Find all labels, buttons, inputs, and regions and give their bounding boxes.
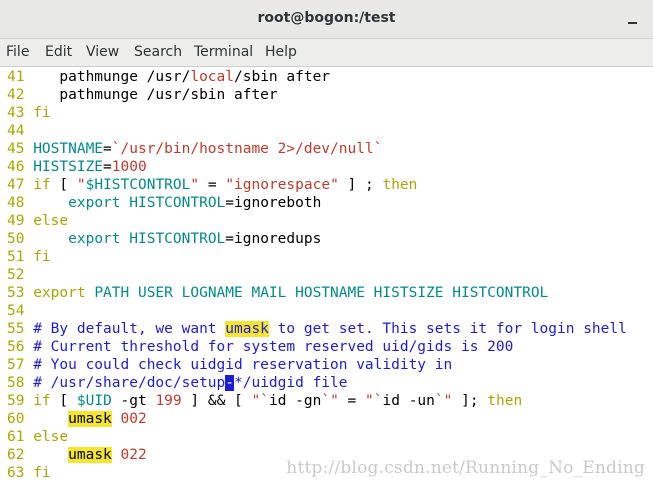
watermark: http://blog.csdn.net/Running_No_Ending xyxy=(286,458,645,478)
code-line: 49 else xyxy=(7,213,69,229)
code-line: 62 umask 022 xyxy=(7,447,147,463)
menu-help[interactable]: Help xyxy=(265,44,297,60)
code-line: 51 fi xyxy=(7,249,51,265)
code-line: 53 export PATH USER LOGNAME MAIL HOSTNAM… xyxy=(7,285,549,301)
terminal-area[interactable]: 41 pathmunge /usr/local/sbin after 42 pa… xyxy=(0,67,653,490)
code-line: 59 if [ $UID -gt 199 ] && [ "`id -gn`" =… xyxy=(7,393,523,409)
code-line: 44 xyxy=(7,123,25,139)
code-line: 57 # You could check uidgid reservation … xyxy=(7,357,453,373)
code-line: 61 else xyxy=(7,429,69,445)
code-line: 54 xyxy=(7,303,25,319)
text-cursor: - xyxy=(225,375,234,391)
code-line: 42 pathmunge /usr/sbin after xyxy=(7,87,278,103)
menu-view[interactable]: View xyxy=(86,44,119,60)
code-line: 46 HISTSIZE=1000 xyxy=(7,159,147,175)
minimize-button[interactable] xyxy=(625,8,641,28)
menu-file[interactable]: File xyxy=(6,44,29,60)
menu-search[interactable]: Search xyxy=(134,44,182,60)
menu-edit[interactable]: Edit xyxy=(45,44,72,60)
title-bar: root@bogon:/test xyxy=(0,0,653,39)
code-line: 41 pathmunge /usr/local/sbin after xyxy=(7,69,331,85)
code-line: 56 # Current threshold for system reserv… xyxy=(7,339,514,355)
code-line: 58 # /usr/share/doc/setup-*/uidgid file xyxy=(7,375,348,391)
code-line: 60 umask 002 xyxy=(7,411,147,427)
code-line: 50 export HISTCONTROL=ignoredups xyxy=(7,231,322,247)
code-line: 48 export HISTCONTROL=ignoreboth xyxy=(7,195,322,211)
menu-terminal[interactable]: Terminal xyxy=(194,44,253,60)
code-line: 45 HOSTNAME=`/usr/bin/hostname 2>/dev/nu… xyxy=(7,141,383,157)
window-title: root@bogon:/test xyxy=(257,10,396,26)
code-line: 63 fi xyxy=(7,465,51,481)
code-line: 55 # By default, we want umask to get se… xyxy=(7,321,627,337)
menu-bar: File Edit View Search Terminal Help xyxy=(0,39,653,67)
code-line: 43 fi xyxy=(7,105,51,121)
minimize-icon xyxy=(628,22,637,24)
code-line: 52 xyxy=(7,267,25,283)
code-line: 47 if [ "$HISTCONTROL" = "ignorespace" ]… xyxy=(7,177,418,193)
